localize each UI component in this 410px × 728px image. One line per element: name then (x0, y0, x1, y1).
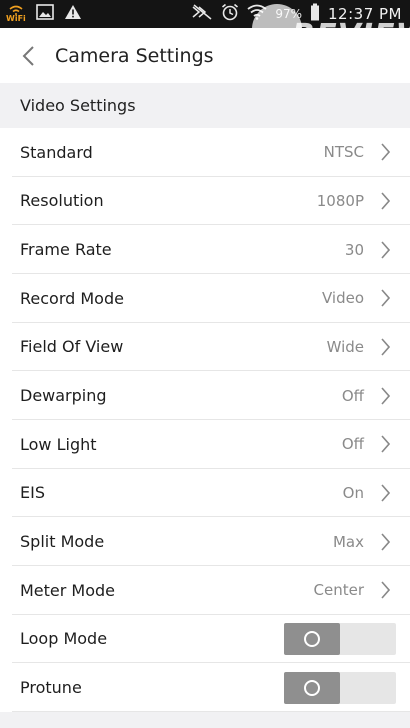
setting-row-frame-rate[interactable]: Frame Rate 30 (0, 225, 410, 274)
protune-toggle[interactable] (284, 671, 396, 704)
chevron-right-icon (374, 435, 396, 453)
setting-value: Wide (326, 337, 364, 356)
setting-label: EIS (20, 483, 45, 503)
setting-value: Max (332, 532, 364, 551)
chevron-right-icon (374, 241, 396, 259)
alarm-icon (221, 3, 239, 25)
setting-label: Record Mode (20, 288, 124, 308)
app-header: Camera Settings (0, 28, 410, 83)
chevron-right-icon (374, 533, 396, 551)
setting-value: 1080P (316, 191, 364, 210)
chevron-right-icon (374, 484, 396, 502)
setting-label: Meter Mode (20, 580, 116, 600)
setting-label: Dewarping (20, 386, 107, 406)
setting-row-field-of-view[interactable]: Field Of View Wide (0, 322, 410, 372)
setting-value: On (342, 483, 364, 502)
settings-list: Standard NTSC Resolution 1080P Frame Rat… (0, 128, 410, 712)
status-bar: WiFi 97% 12:37 PM (0, 0, 410, 28)
chevron-right-icon (374, 192, 396, 210)
setting-value: 30 (344, 240, 364, 259)
setting-value: Center (313, 581, 365, 600)
bottom-section-strip (0, 712, 410, 728)
setting-row-loop-mode: Loop Mode (0, 614, 410, 664)
setting-row-protune: Protune (0, 663, 410, 712)
chevron-right-icon (374, 338, 396, 356)
warning-icon (64, 4, 82, 24)
wifi-label: WiFi (6, 14, 26, 23)
setting-label: Low Light (20, 434, 97, 454)
toggle-knob (284, 622, 340, 655)
setting-label: Standard (20, 142, 93, 162)
chevron-right-icon (374, 387, 396, 405)
toggle-knob (284, 671, 340, 704)
muted-notification-icon (191, 4, 213, 24)
battery-icon (310, 3, 320, 25)
setting-value: Off (341, 435, 364, 454)
back-chevron-icon[interactable] (8, 28, 48, 83)
section-header-video-settings: Video Settings (0, 83, 410, 128)
setting-row-dewarping[interactable]: Dewarping Off (0, 371, 410, 420)
status-time: 12:37 PM (328, 5, 402, 23)
setting-label: Split Mode (20, 532, 105, 552)
setting-value: NTSC (323, 143, 364, 162)
chevron-right-icon (374, 143, 396, 161)
setting-label: Field Of View (20, 337, 124, 357)
image-icon (35, 4, 54, 24)
setting-value: Off (341, 386, 364, 405)
chevron-right-icon (374, 289, 396, 307)
setting-label: Resolution (20, 191, 104, 211)
setting-row-split-mode[interactable]: Split Mode Max (0, 517, 410, 566)
page-title: Camera Settings (55, 44, 214, 67)
battery-percent: 97% (275, 7, 303, 21)
chevron-right-icon (374, 581, 396, 599)
loop-mode-toggle[interactable] (284, 622, 396, 655)
wifi-warning-icon: WiFi (6, 5, 26, 23)
setting-label: Frame Rate (20, 240, 112, 260)
setting-row-standard[interactable]: Standard NTSC (0, 128, 410, 177)
setting-row-eis[interactable]: EIS On (0, 468, 410, 518)
setting-row-resolution[interactable]: Resolution 1080P (0, 176, 410, 226)
wifi-signal-icon (247, 4, 267, 24)
setting-row-meter-mode[interactable]: Meter Mode Center (0, 565, 410, 615)
setting-value: Video (321, 289, 364, 308)
setting-row-low-light[interactable]: Low Light Off (0, 419, 410, 469)
setting-row-record-mode[interactable]: Record Mode Video (0, 273, 410, 323)
